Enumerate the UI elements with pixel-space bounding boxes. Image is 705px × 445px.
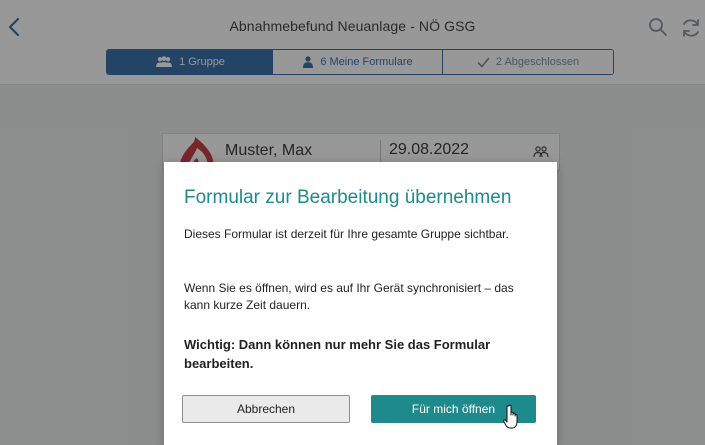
take-over-dialog: Formular zur Bearbeitung übernehmen Dies… [164, 162, 557, 445]
cancel-button-label: Abbrechen [236, 402, 296, 416]
cancel-button[interactable]: Abbrechen [182, 395, 350, 423]
dialog-text-sync: Wenn Sie es öffnen, wird es auf Ihr Gerä… [184, 281, 514, 312]
open-for-me-button-label: Für mich öffnen [411, 402, 496, 416]
hand-pointer-icon [503, 404, 518, 429]
dialog-text-warning: Wichtig: Dann können nur mehr Sie das Fo… [184, 337, 491, 371]
dialog-text-visibility: Dieses Formular ist derzeit für Ihre ges… [184, 227, 509, 241]
dialog-title: Formular zur Bearbeitung übernehmen [184, 187, 512, 208]
app-screen: Abnahmebefund Neuanlage - NÖ GSG 1 Grupp… [0, 0, 705, 445]
